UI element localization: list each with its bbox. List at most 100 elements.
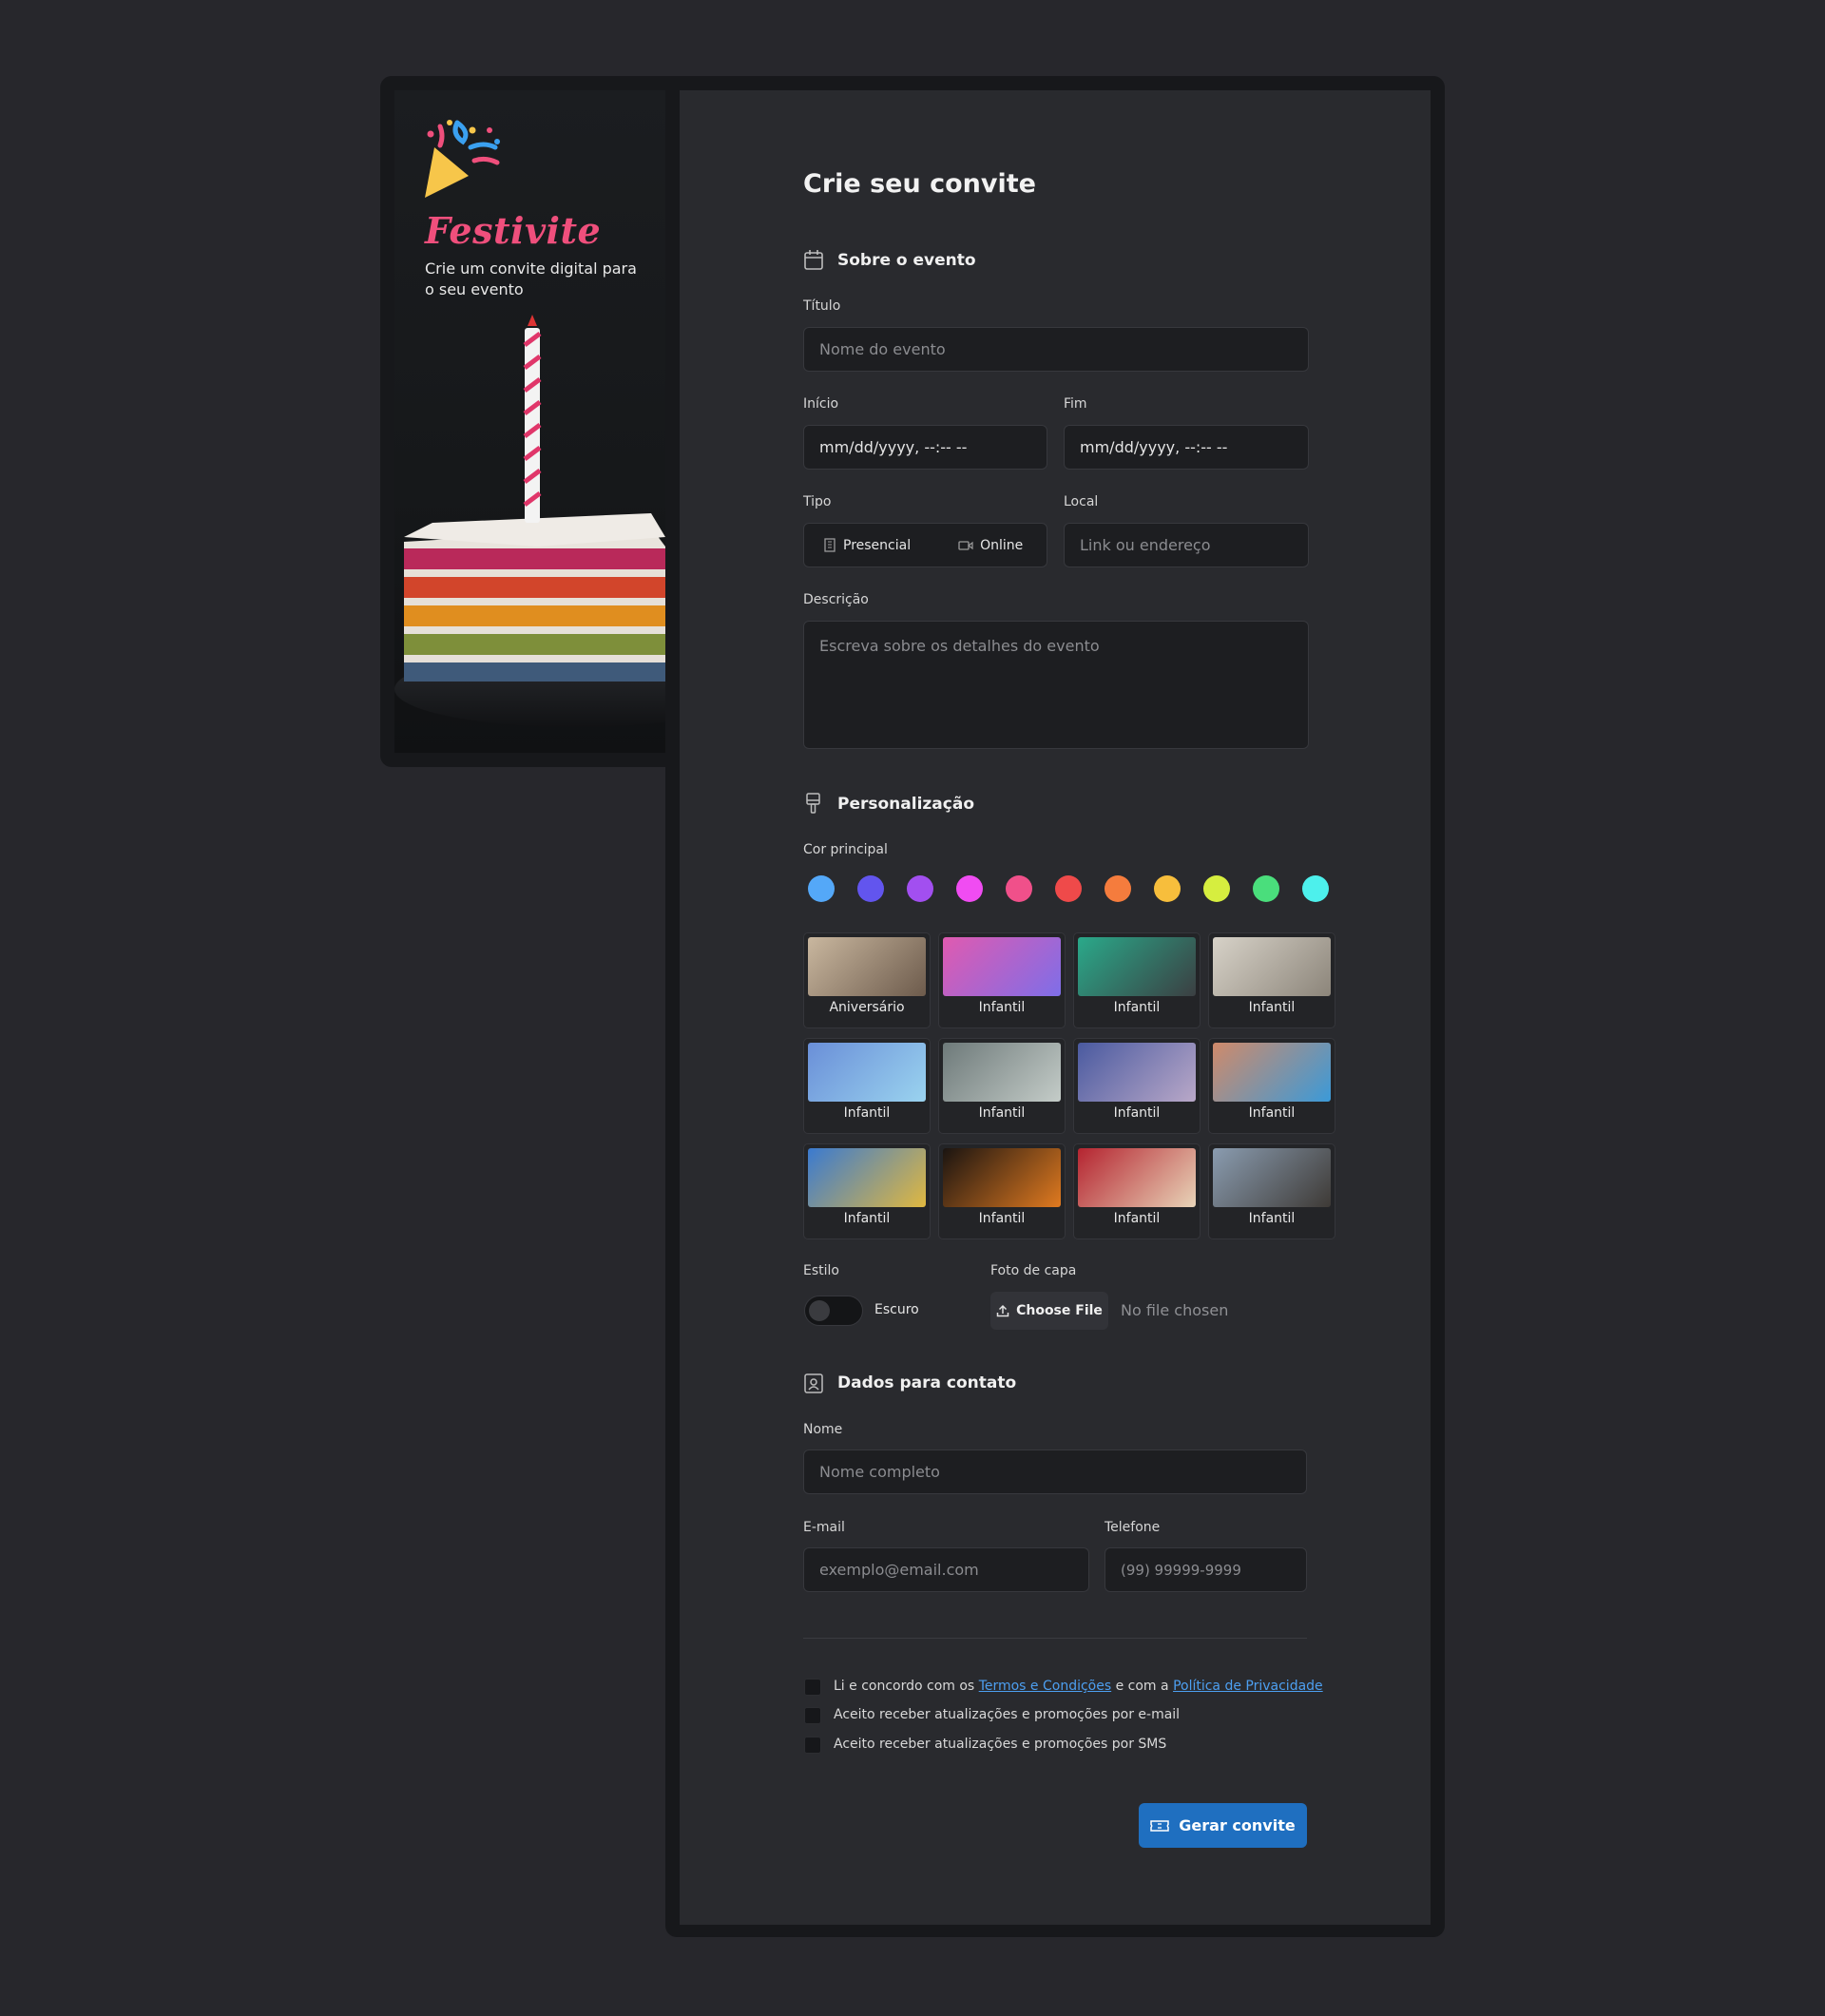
theme-card[interactable]: Infantil — [938, 1143, 1066, 1239]
color-swatch[interactable] — [808, 875, 835, 902]
start-label: Início — [803, 396, 839, 412]
end-datetime-input[interactable]: mm/dd/yyyy, --:-- -- — [1064, 425, 1309, 470]
title-placeholder: Nome do evento — [819, 340, 946, 358]
title-label: Título — [803, 298, 841, 314]
location-placeholder: Link ou endereço — [1080, 536, 1211, 554]
phone-placeholder: (99) 99999-9999 — [1121, 1561, 1241, 1579]
name-input[interactable]: Nome completo — [803, 1450, 1307, 1494]
color-swatch[interactable] — [1203, 875, 1230, 902]
theme-card[interactable]: Infantil — [938, 1038, 1066, 1134]
terms-checkbox[interactable] — [804, 1679, 821, 1696]
color-swatch[interactable] — [1006, 875, 1032, 902]
section-event-heading: Sobre o evento — [837, 251, 976, 270]
end-label: Fim — [1064, 396, 1087, 412]
theme-card[interactable]: Infantil — [1073, 1143, 1201, 1239]
party-popper-logo-icon — [425, 120, 500, 198]
brand-name: Festivite — [425, 209, 602, 252]
description-label: Descrição — [803, 592, 869, 607]
type-option-online[interactable]: Online — [958, 538, 1023, 553]
theme-card[interactable]: Infantil — [803, 1143, 931, 1239]
email-consent-checkbox[interactable] — [804, 1707, 821, 1724]
theme-card[interactable]: Infantil — [938, 932, 1066, 1028]
phone-input[interactable]: (99) 99999-9999 — [1105, 1547, 1307, 1592]
theme-label: Infantil — [978, 1211, 1026, 1226]
end-value: mm/dd/yyyy, --:-- -- — [1080, 438, 1228, 456]
theme-thumbnail — [808, 1043, 926, 1102]
name-placeholder: Nome completo — [819, 1463, 940, 1481]
sidebar-panel — [394, 90, 665, 753]
theme-label: Infantil — [1248, 1000, 1296, 1015]
upload-icon — [996, 1304, 1009, 1317]
color-swatch[interactable] — [1253, 875, 1279, 902]
email-placeholder: exemplo@email.com — [819, 1561, 979, 1579]
start-value: mm/dd/yyyy, --:-- -- — [819, 438, 968, 456]
terms-text: Li e concordo com os Termos e Condições … — [834, 1679, 1323, 1694]
theme-label: Infantil — [1248, 1105, 1296, 1121]
color-swatch[interactable] — [857, 875, 884, 902]
color-swatch[interactable] — [1055, 875, 1082, 902]
generate-invite-button[interactable]: Gerar convite — [1139, 1803, 1307, 1848]
type-option-online-label: Online — [980, 537, 1024, 553]
type-option-presencial[interactable]: Presencial — [823, 538, 911, 553]
section-contact-heading: Dados para contato — [837, 1373, 1017, 1392]
section-custom-heading: Personalização — [837, 795, 974, 814]
type-option-presencial-label: Presencial — [843, 537, 912, 553]
sms-consent-checkbox[interactable] — [804, 1737, 821, 1754]
generate-invite-label: Gerar convite — [1179, 1816, 1296, 1834]
theme-label: Infantil — [1113, 1000, 1161, 1015]
dark-style-toggle[interactable] — [804, 1296, 863, 1326]
brand-tagline: Crie um convite digital para o seu event… — [425, 259, 637, 298]
style-label: Estilo — [803, 1263, 839, 1278]
color-swatch[interactable] — [1302, 875, 1329, 902]
theme-card[interactable]: Infantil — [1208, 1143, 1335, 1239]
theme-label: Infantil — [1113, 1105, 1161, 1121]
theme-thumbnail — [808, 1148, 926, 1207]
description-textarea[interactable]: Escreva sobre os detalhes do evento — [803, 621, 1309, 749]
theme-card[interactable]: Aniversário — [803, 932, 931, 1028]
choose-file-button[interactable]: Choose File — [990, 1292, 1108, 1330]
theme-label: Infantil — [843, 1105, 891, 1121]
location-label: Local — [1064, 494, 1099, 509]
sms-consent-text: Aceito receber atualizações e promoções … — [834, 1737, 1167, 1752]
color-swatch[interactable] — [1154, 875, 1181, 902]
start-datetime-input[interactable]: mm/dd/yyyy, --:-- -- — [803, 425, 1047, 470]
description-placeholder: Escreva sobre os detalhes do evento — [819, 637, 1100, 655]
color-swatch[interactable] — [907, 875, 933, 902]
email-input[interactable]: exemplo@email.com — [803, 1547, 1089, 1592]
name-label: Nome — [803, 1422, 843, 1437]
location-input[interactable]: Link ou endereço — [1064, 523, 1309, 567]
theme-thumbnail — [943, 937, 1061, 996]
theme-card[interactable]: Infantil — [1208, 1038, 1335, 1134]
phone-label: Telefone — [1105, 1520, 1161, 1535]
terms-link[interactable]: Termos e Condições — [979, 1679, 1111, 1694]
theme-thumbnail — [1213, 1148, 1331, 1207]
color-label: Cor principal — [803, 842, 888, 857]
no-file-text: No file chosen — [1121, 1301, 1229, 1319]
color-swatch[interactable] — [1105, 875, 1131, 902]
toggle-knob — [809, 1300, 830, 1321]
theme-card[interactable]: Infantil — [1208, 932, 1335, 1028]
divider — [803, 1638, 1307, 1639]
page-title: Crie seu convite — [803, 169, 1036, 199]
choose-file-label: Choose File — [1016, 1303, 1103, 1318]
terms-prefix: Li e concordo com os — [834, 1679, 979, 1694]
terms-middle: e com a — [1111, 1679, 1174, 1694]
color-swatch[interactable] — [956, 875, 983, 902]
theme-thumbnail — [1078, 1148, 1196, 1207]
privacy-link[interactable]: Política de Privacidade — [1173, 1679, 1323, 1694]
theme-thumbnail — [1213, 937, 1331, 996]
theme-card[interactable]: Infantil — [1073, 932, 1201, 1028]
theme-card[interactable]: Infantil — [1073, 1038, 1201, 1134]
building-icon — [824, 538, 836, 552]
title-input[interactable]: Nome do evento — [803, 327, 1309, 372]
theme-thumbnail — [1213, 1043, 1331, 1102]
type-label: Tipo — [803, 494, 832, 509]
theme-card[interactable]: Infantil — [803, 1038, 931, 1134]
email-label: E-mail — [803, 1520, 845, 1535]
ticket-icon — [1150, 1819, 1170, 1832]
paintbrush-icon — [806, 793, 820, 814]
cover-label: Foto de capa — [990, 1263, 1077, 1278]
theme-thumbnail — [808, 937, 926, 996]
theme-label: Infantil — [1113, 1211, 1161, 1226]
email-consent-text: Aceito receber atualizações e promoções … — [834, 1707, 1181, 1722]
